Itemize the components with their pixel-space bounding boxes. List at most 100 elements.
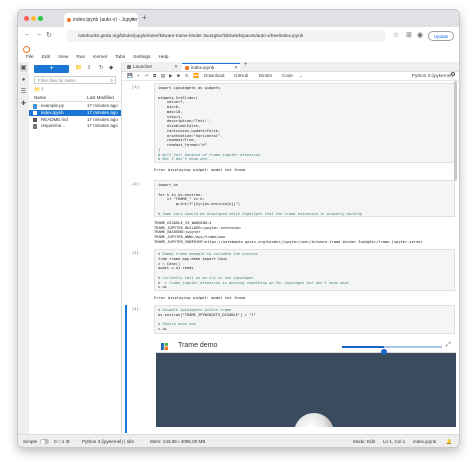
file-modified: 17 minutes ago xyxy=(87,103,118,108)
trame-toolbar: Trame demo ⤢ xyxy=(156,341,456,355)
code-editor[interactable]: import os for k in os.environ: if "TRAME_… xyxy=(154,180,455,217)
launcher-icon xyxy=(127,65,131,69)
menu-item-view[interactable]: View xyxy=(58,55,68,60)
file-modified: 17 minutes ago xyxy=(87,109,118,115)
menu-item-help[interactable]: Help xyxy=(159,55,169,60)
back-icon[interactable]: ← xyxy=(24,31,31,38)
terminal-kernel-counts[interactable]: 0 □ 1 ⚙ xyxy=(54,435,70,447)
jupyter-logo-icon xyxy=(23,46,30,53)
code-cell-1[interactable]: [1]: import ipywidgets as widgets widgets… xyxy=(125,83,457,178)
trame-widget-output[interactable]: Trame demo ⤢ xyxy=(156,341,456,427)
code-editor[interactable]: # Disable ipywidgets within trame os.envi… xyxy=(154,305,455,334)
file-icon xyxy=(33,104,37,109)
url-field[interactable]: notebooks.gesis.org/binder/jupyter/user/… xyxy=(66,30,386,42)
insert-cell-icon[interactable]: + xyxy=(137,72,140,80)
reset-camera-icon[interactable]: ⤢ xyxy=(446,342,451,349)
maximize-window-icon[interactable] xyxy=(38,16,43,21)
url-text: notebooks.gesis.org/binder/jupyter/user/… xyxy=(78,33,304,38)
menu-item-run[interactable]: Run xyxy=(76,55,85,60)
status-bar: Simple 0 □ 1 ⚙ Python 3 (ipykernel) | Id… xyxy=(18,434,459,447)
simple-mode-label: Simple xyxy=(23,439,38,444)
kernel-status[interactable]: Python 3 (ipykernel) | Idle xyxy=(82,435,134,447)
slider-knob[interactable] xyxy=(381,348,387,355)
minimize-window-icon[interactable] xyxy=(31,16,36,21)
extensions-puzzle-icon[interactable]: ✚ xyxy=(20,101,27,108)
file-row[interactable]: example.py 17 minutes ago xyxy=(29,103,121,110)
close-tab-icon[interactable]: ✕ xyxy=(174,63,178,71)
cell-prompt: [3]: xyxy=(132,251,141,255)
kernel-name[interactable]: Python 3 (ipykernel) xyxy=(412,72,453,80)
refresh-icon[interactable]: ↻ xyxy=(99,65,104,71)
cell-prompt: [2]: xyxy=(132,182,141,186)
tab-index-ipynb[interactable]: index.ipynb ✕ xyxy=(182,63,240,71)
cut-icon[interactable]: ✂ xyxy=(145,72,149,80)
menu-item-tabs[interactable]: Tabs xyxy=(115,55,125,60)
file-row[interactable]: README.md 17 minutes ago xyxy=(29,117,121,124)
table-of-contents-icon[interactable]: ☰ xyxy=(20,89,27,96)
file-name: example.py xyxy=(41,103,65,108)
upload-icon[interactable]: ⇪ xyxy=(87,65,92,71)
file-browser-icon[interactable]: ▣ xyxy=(20,65,27,72)
menu-item-settings[interactable]: Settings xyxy=(133,55,150,60)
chevron-down-icon[interactable]: ⌄ xyxy=(299,72,303,80)
tab-launcher[interactable]: Launcher ✕ xyxy=(124,63,180,71)
run-icon[interactable]: ▶ xyxy=(169,72,173,80)
browser-tabbar: index.ipynb (auto-v) - Jupyter ✕ + xyxy=(18,10,459,27)
code-line: # But I don't know why... xyxy=(158,157,214,162)
cone-3d-view[interactable] xyxy=(294,413,334,427)
menu-item-kernel[interactable]: Kernel xyxy=(93,55,107,60)
code-cell-3[interactable]: [3]: # Dummy trame example to validate t… xyxy=(125,249,457,301)
restart-icon[interactable]: ↻ xyxy=(185,72,189,80)
github-button[interactable]: GitHub xyxy=(234,72,248,80)
file-name-status: index.ipynb xyxy=(413,439,437,444)
reload-icon[interactable]: ↻ xyxy=(46,31,52,39)
filter-placeholder: Filter files by name xyxy=(38,78,76,83)
save-icon[interactable]: 💾 xyxy=(127,72,133,80)
close-tab-icon[interactable]: ✕ xyxy=(234,64,238,72)
binder-button[interactable]: Binder xyxy=(259,72,272,80)
paste-icon[interactable]: ▤ xyxy=(161,72,165,80)
jupyter-header xyxy=(18,45,459,54)
name-column-header[interactable]: Name xyxy=(34,94,46,101)
code-cell-2[interactable]: [2]: import os for k in os.environ: if "T… xyxy=(125,180,457,260)
add-tab-icon[interactable]: + xyxy=(244,62,248,68)
notification-bell-icon[interactable]: 🔔 xyxy=(446,435,452,447)
simple-mode-toggle[interactable] xyxy=(40,439,49,444)
modified-column-header[interactable]: Last Modified xyxy=(87,94,114,101)
new-folder-icon[interactable]: 📁 xyxy=(75,65,82,71)
cursor-position[interactable]: Ln 1, Col 1 xyxy=(383,435,405,447)
bookmark-icon[interactable]: ☆ xyxy=(393,31,399,39)
tab-launcher-label: Launcher xyxy=(133,64,153,69)
update-button[interactable]: Update xyxy=(428,31,454,41)
edit-mode-status: Mode: Edit xyxy=(353,439,375,444)
interrupt-icon[interactable]: ■ xyxy=(177,72,180,80)
restart-run-all-icon[interactable]: ⏩ xyxy=(193,72,199,80)
resolution-slider[interactable] xyxy=(342,346,442,355)
code-editor[interactable]: # Dummy trame example to validate the pr… xyxy=(154,249,455,291)
copy-icon[interactable]: ⧉ xyxy=(153,72,156,80)
download-button[interactable]: Download xyxy=(204,72,224,80)
code-cell-4[interactable]: [4]: # Disable ipywidgets within trame os… xyxy=(125,305,457,433)
address-bar: ← → ↻ notebooks.gesis.org/binder/jupyter… xyxy=(18,27,459,46)
breadcrumb[interactable]: 📁 / xyxy=(34,87,43,93)
new-tab-icon[interactable]: + xyxy=(142,13,147,22)
profile-icon[interactable]: ◉ xyxy=(417,31,423,39)
forward-icon[interactable]: → xyxy=(35,31,42,38)
git-icon[interactable]: ◆ xyxy=(109,65,113,71)
file-row[interactable]: requireme... 17 minutes ago xyxy=(29,123,121,130)
code-line: c.ui xyxy=(158,327,167,331)
env-output: TRAME_DISABLE_V3_WARNING=1 TRAME_JUPYTER_… xyxy=(154,221,455,244)
extensions-icon[interactable]: ⊞ xyxy=(406,31,412,39)
browser-tab[interactable]: index.ipynb (auto-v) - Jupyter ✕ xyxy=(64,13,138,27)
menu-item-file[interactable]: File xyxy=(26,55,34,60)
filter-files-input[interactable]: Filter files by name ⌕ xyxy=(34,76,116,84)
file-row[interactable]: index.ipynb 17 minutes ago xyxy=(29,109,121,117)
running-kernels-icon[interactable]: ● xyxy=(20,77,27,84)
code-editor[interactable]: import ipywidgets as widgets widgets.IntS… xyxy=(154,83,455,163)
notebook-scrollbar[interactable] xyxy=(454,81,457,181)
cell-type-select[interactable]: Code xyxy=(282,72,293,80)
close-window-icon[interactable] xyxy=(24,16,29,21)
menu-item-edit[interactable]: Edit xyxy=(42,55,50,60)
new-launcher-button[interactable]: + xyxy=(34,65,69,73)
close-tab-icon[interactable]: ✕ xyxy=(131,13,135,27)
